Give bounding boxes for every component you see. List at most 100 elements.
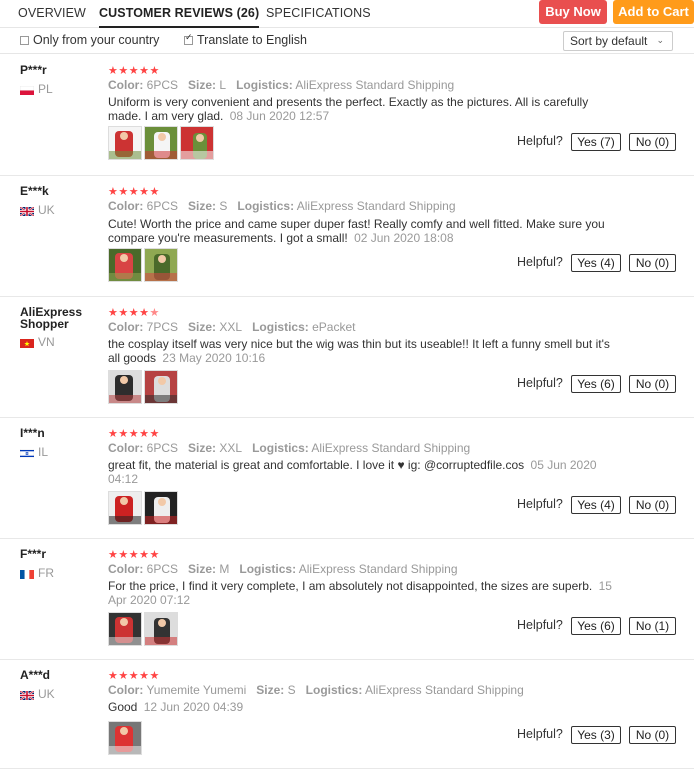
review-item: AliExpress Shopper VN ★★★★★ Color: 7PCS Size… xyxy=(0,306,694,418)
color-key: Color: xyxy=(108,320,144,334)
color-key: Color: xyxy=(108,562,144,576)
helpful-yes-button[interactable]: Yes (4) xyxy=(571,496,621,514)
flag-icon xyxy=(19,205,35,218)
reviewer-country: VN xyxy=(20,335,55,349)
helpful-yes-button[interactable]: Yes (6) xyxy=(571,375,621,393)
buy-now-button[interactable]: Buy Now xyxy=(539,0,607,24)
tab-customer-reviews[interactable]: CUSTOMER REVIEWS (26) xyxy=(99,6,260,28)
review-photo[interactable] xyxy=(108,491,142,525)
review-photo[interactable] xyxy=(144,612,178,646)
color-value: 6PCS xyxy=(146,441,179,455)
helpful-label: Helpful? xyxy=(517,376,563,390)
own-country-checkbox[interactable] xyxy=(20,36,29,45)
review-meta: Color: 6PCS Size: L Logistics: AliExpress … xyxy=(108,78,464,92)
review-photo[interactable] xyxy=(108,126,142,160)
helpful-no-button[interactable]: No (0) xyxy=(629,254,676,272)
translate-checkbox[interactable] xyxy=(184,33,193,45)
helpful-yes-button[interactable]: Yes (4) xyxy=(571,254,621,272)
sort-select[interactable]: Sort by default ⌄ xyxy=(563,31,673,51)
add-to-cart-button[interactable]: Add to Cart xyxy=(613,0,694,24)
helpful-no-button[interactable]: No (1) xyxy=(629,617,676,635)
helpful-no-button[interactable]: No (0) xyxy=(629,496,676,514)
sort-value: Sort by default xyxy=(570,34,648,48)
size-value: S xyxy=(219,199,228,213)
logistics-key: Logistics: xyxy=(237,199,295,213)
size-value: XXL xyxy=(219,441,243,455)
size-value: M xyxy=(219,562,230,576)
rating-stars: ★★★★★ xyxy=(108,306,160,319)
review-meta: Color: 6PCS Size: S Logistics: AliExpress … xyxy=(108,199,466,213)
helpful-label: Helpful? xyxy=(517,255,563,269)
chevron-down-icon: ⌄ xyxy=(656,36,664,46)
filter-bar: Only from your country Translate to Engl… xyxy=(0,28,694,54)
logistics-key: Logistics: xyxy=(252,320,309,334)
color-key: Color: xyxy=(108,683,144,697)
review-text: Uniform is very convenient and presents … xyxy=(108,95,613,123)
helpful-yes-button[interactable]: Yes (6) xyxy=(571,617,621,635)
helpful-label: Helpful? xyxy=(517,727,563,741)
review-text: For the price, I find it very complete, … xyxy=(108,579,613,607)
reviewer-country: FR xyxy=(20,566,54,580)
reviewer-country: IL xyxy=(19,445,49,459)
review-photo[interactable] xyxy=(108,370,142,404)
review-body: Good xyxy=(108,700,138,714)
review-photos xyxy=(108,126,216,160)
helpful-no-button[interactable]: No (0) xyxy=(629,726,676,744)
review-item: A***d UK ★★★★★ Color: Yumemite Yumemi Size: … xyxy=(0,669,694,769)
review-meta: Color: Yumemite Yumemi Size: S Logistics: … xyxy=(108,683,534,697)
reviewer-name: A***d xyxy=(20,668,51,682)
review-body: great fit, the material is great and com… xyxy=(108,458,525,472)
review-photo[interactable] xyxy=(108,721,142,755)
country-code: PL xyxy=(38,82,53,96)
size-key: Size: xyxy=(188,320,217,334)
logistics-key: Logistics: xyxy=(305,683,363,697)
review-photo[interactable] xyxy=(144,491,178,525)
rating-stars: ★★★★★ xyxy=(108,64,160,77)
review-photos xyxy=(108,491,180,525)
review-photo[interactable] xyxy=(108,612,142,646)
country-code: IL xyxy=(38,445,49,459)
own-country-label[interactable]: Only from your country xyxy=(33,33,159,47)
review-date: 23 May 2020 10:16 xyxy=(162,350,266,365)
review-item: F***r FR ★★★★★ Color: 6PCS Size: M Logistics:… xyxy=(0,548,694,660)
size-key: Size: xyxy=(188,199,217,213)
helpful-no-button[interactable]: No (0) xyxy=(629,375,676,393)
size-value: S xyxy=(287,683,296,697)
review-meta: Color: 6PCS Size: XXL Logistics: AliExpres… xyxy=(108,441,480,455)
flag-icon xyxy=(19,447,35,459)
reviewer-country: PL xyxy=(19,82,53,96)
reviewer-name: E***k xyxy=(20,184,49,198)
color-value: Yumemite Yumemi xyxy=(146,683,247,697)
country-code: UK xyxy=(38,687,55,701)
review-photo[interactable] xyxy=(144,248,178,282)
review-photo[interactable] xyxy=(144,370,178,404)
tab-specifications[interactable]: SPECIFICATIONS xyxy=(266,6,371,20)
size-value: L xyxy=(219,78,227,92)
translate-label[interactable]: Translate to English xyxy=(197,33,307,47)
logistics-value: AliExpress Standard Shipping xyxy=(365,683,524,697)
size-key: Size: xyxy=(188,441,217,455)
review-photo[interactable] xyxy=(108,248,142,282)
tab-overview[interactable]: OVERVIEW xyxy=(18,6,86,20)
logistics-key: Logistics: xyxy=(239,562,297,576)
color-value: 6PCS xyxy=(146,562,179,576)
helpful-yes-button[interactable]: Yes (7) xyxy=(571,133,621,151)
helpful-yes-button[interactable]: Yes (3) xyxy=(571,726,621,744)
color-key: Color: xyxy=(108,78,144,92)
review-meta: Color: 6PCS Size: M Logistics: AliExpress … xyxy=(108,562,468,576)
logistics-value: AliExpress Standard Shipping xyxy=(295,78,455,92)
color-value: 6PCS xyxy=(146,78,179,92)
reviewer-name: AliExpress Shopper xyxy=(20,305,83,331)
helpful-no-button[interactable]: No (0) xyxy=(629,133,676,151)
review-photo[interactable] xyxy=(180,126,214,160)
review-photo[interactable] xyxy=(144,126,178,160)
rating-stars: ★★★★★ xyxy=(108,427,160,440)
review-date: 12 Jun 2020 04:39 xyxy=(143,700,244,714)
size-key: Size: xyxy=(256,683,285,697)
helpful-label: Helpful? xyxy=(517,497,563,511)
flag-icon xyxy=(19,84,35,96)
top-nav: OVERVIEW CUSTOMER REVIEWS (26) SPECIFICA… xyxy=(0,0,694,28)
review-photos xyxy=(108,248,180,282)
color-key: Color: xyxy=(108,441,144,455)
review-item: E***k UK ★★★★★ Color: 6PCS Size: S Logistics:… xyxy=(0,185,694,297)
